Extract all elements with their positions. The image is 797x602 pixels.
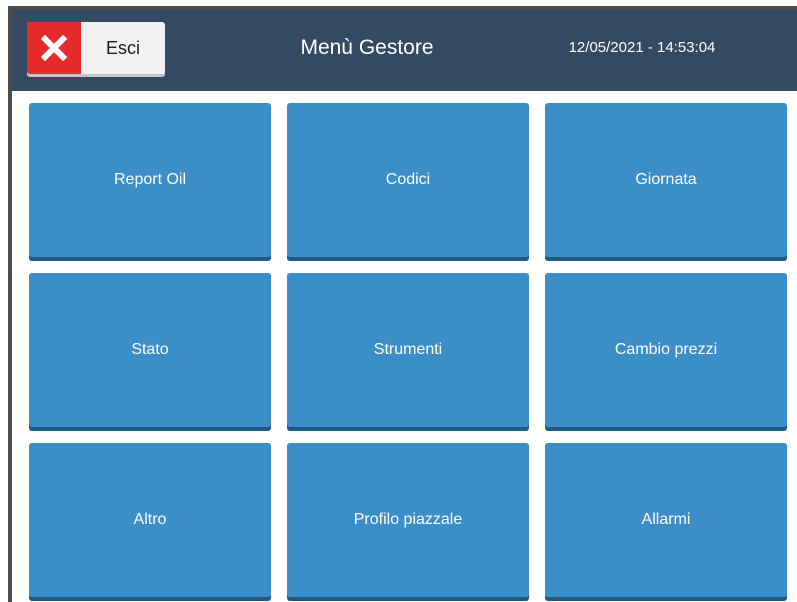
tile-label: Altro — [133, 511, 167, 528]
exit-label: Esci — [105, 38, 140, 58]
tile-label: Report Oil — [113, 171, 187, 188]
tile-strumenti[interactable]: Strumenti — [287, 273, 529, 427]
tile-stato[interactable]: Stato — [29, 273, 271, 427]
close-icon — [27, 22, 81, 74]
tile-allarmi[interactable]: Allarmi — [545, 443, 787, 597]
tile-altro[interactable]: Altro — [29, 443, 271, 597]
tile-label: Profilo piazzale — [353, 511, 463, 528]
tile-label: Strumenti — [373, 341, 443, 358]
tile-giornata[interactable]: Giornata — [545, 103, 787, 257]
tile-label: Codici — [385, 171, 431, 188]
tile-profilo-piazzale[interactable]: Profilo piazzale — [287, 443, 529, 597]
tile-label: Allarmi — [641, 511, 691, 528]
tile-label: Giornata — [635, 171, 697, 188]
tile-codici[interactable]: Codici — [287, 103, 529, 257]
page-title: Menù Gestore — [300, 36, 434, 59]
exit-button[interactable]: Esci — [27, 22, 165, 74]
tile-label: Stato — [131, 341, 169, 358]
datetime-display: 12/05/2021 - 14:53:04 — [568, 39, 716, 56]
tile-cambio-prezzi[interactable]: Cambio prezzi — [545, 273, 787, 427]
app-window: Esci Menù Gestore 12/05/2021 - 14:53:04 … — [8, 6, 797, 602]
header-bar: Esci Menù Gestore 12/05/2021 - 14:53:04 — [12, 10, 797, 91]
tile-report-oil[interactable]: Report Oil — [29, 103, 271, 257]
menu-grid: Report Oil Codici Giornata Stato Strumen… — [29, 103, 791, 597]
tile-label: Cambio prezzi — [614, 341, 718, 358]
